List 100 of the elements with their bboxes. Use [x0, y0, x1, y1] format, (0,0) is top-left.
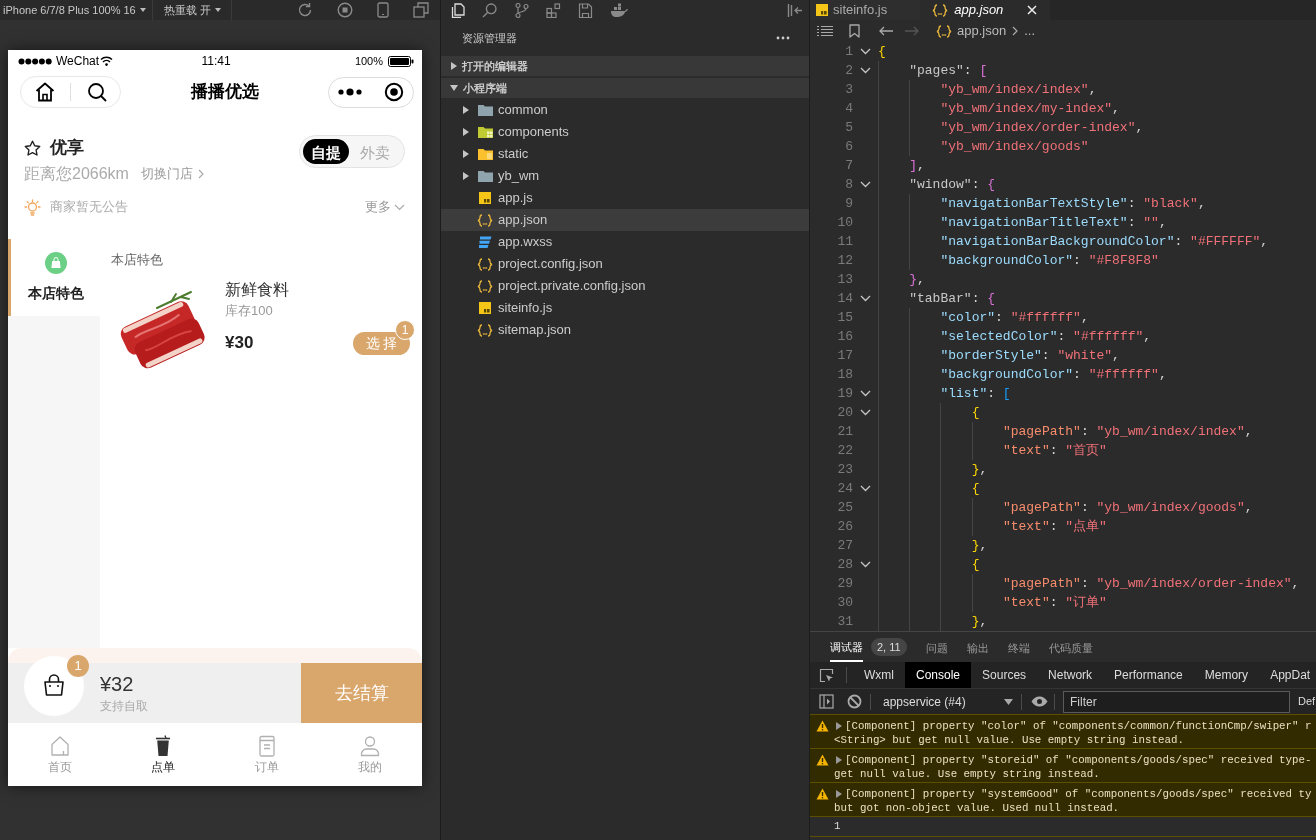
home-icon[interactable]: [34, 81, 56, 103]
panel-title: 资源管理器: [462, 30, 517, 46]
hot-reload-dropdown[interactable]: 热重载 开: [164, 1, 222, 19]
line-number: 8: [845, 176, 853, 194]
block-icon[interactable]: [847, 694, 862, 709]
code-line: "window": {: [878, 175, 996, 194]
line-number: 14: [837, 290, 853, 308]
devtools-tab[interactable]: Network: [1037, 662, 1104, 688]
devtools-tab[interactable]: AppDat: [1259, 662, 1311, 688]
code-line: {: [878, 403, 980, 422]
refresh-icon[interactable]: [297, 2, 313, 18]
devtools-tab[interactable]: Performance: [1103, 662, 1194, 688]
line-number: 7: [845, 157, 853, 175]
bookmark-icon[interactable]: [849, 24, 860, 38]
file-tree-item[interactable]: app.js: [441, 187, 809, 209]
mode-tab[interactable]: 自提: [303, 139, 349, 164]
fold-chevron-icon[interactable]: [860, 485, 871, 492]
warning-text: but got non-object value. Used null instead.: [834, 801, 1121, 815]
file-tree-item[interactable]: common: [441, 99, 809, 121]
code-line: },: [878, 536, 988, 555]
line-number: 24: [837, 480, 853, 498]
save-icon[interactable]: [578, 2, 593, 18]
phone-icon[interactable]: [377, 2, 389, 18]
stop-icon[interactable]: [337, 2, 353, 18]
product-price: ¥30: [225, 332, 254, 354]
editor-tab[interactable]: app.json: [920, 0, 1051, 20]
inspect-cursor-icon[interactable]: [819, 667, 834, 683]
devtools-tab[interactable]: Console: [905, 662, 972, 688]
notice-text: 商家暂无公告: [50, 198, 128, 217]
expand-caret-icon[interactable]: [836, 790, 842, 798]
cart-total: ¥32: [100, 672, 134, 696]
panel-tab[interactable]: 问题: [925, 632, 948, 662]
fold-chevron-icon[interactable]: [860, 295, 871, 302]
fold-chevron-icon[interactable]: [860, 390, 871, 397]
close-icon[interactable]: [1027, 5, 1038, 15]
panel-arrow-icon[interactable]: [787, 2, 802, 18]
warning-icon: [816, 754, 829, 766]
fold-chevron-icon[interactable]: [860, 409, 871, 416]
category-tab[interactable]: 本店特色: [8, 239, 100, 316]
sidebar-toggle-icon[interactable]: [819, 694, 834, 709]
filter-input[interactable]: Filter: [1063, 690, 1290, 713]
editor-tab[interactable]: siteinfo.js: [810, 0, 921, 20]
panel-tab[interactable]: 终端: [1007, 632, 1030, 662]
panel-tab[interactable]: 代码质量: [1048, 632, 1093, 662]
expand-caret-icon[interactable]: [836, 722, 842, 730]
context-dropdown[interactable]: appservice (#4): [883, 692, 1013, 711]
file-tree-item[interactable]: app.wxss: [441, 231, 809, 253]
js-file-icon: [816, 4, 828, 16]
code-line: },: [878, 270, 925, 289]
expand-caret-icon[interactable]: [836, 756, 842, 764]
back-arrow-icon[interactable]: [878, 26, 893, 36]
code-line: "yb_wm/index/order-index",: [878, 118, 1144, 137]
code-line: "pages": [: [878, 61, 988, 80]
branch-icon[interactable]: [514, 2, 529, 18]
devtools-tab[interactable]: Sources: [971, 662, 1038, 688]
level-dropdown[interactable]: Def: [1298, 693, 1316, 710]
device-dropdown[interactable]: iPhone 6/7/8 Plus 100% 16: [3, 1, 146, 19]
eye-icon[interactable]: [1031, 696, 1048, 707]
line-number: 29: [837, 575, 853, 593]
shopping-bag-icon: [41, 673, 67, 699]
file-tree-item[interactable]: project.private.config.json: [441, 275, 809, 297]
fold-chevron-icon[interactable]: [860, 181, 871, 188]
window-icon[interactable]: [413, 2, 429, 18]
more-icon[interactable]: [776, 36, 790, 40]
outline-list-icon[interactable]: [817, 25, 833, 37]
code-line: "color": "#ffffff",: [878, 308, 1089, 327]
line-number: 15: [837, 309, 853, 327]
product-name: 新鲜食料: [225, 280, 289, 300]
file-tree-item[interactable]: sitemap.json: [441, 319, 809, 341]
pickup-note: 支持自取: [100, 698, 148, 714]
panel-tab[interactable]: 输出: [966, 632, 989, 662]
file-tree-item[interactable]: siteinfo.js: [441, 297, 809, 319]
tab-bar-item[interactable]: 点单: [111, 723, 215, 786]
files-icon[interactable]: [450, 2, 465, 18]
devtools-tab[interactable]: Wxml: [853, 662, 905, 688]
fold-chevron-icon[interactable]: [860, 67, 871, 74]
line-number: 6: [845, 138, 853, 156]
fold-chevron-icon[interactable]: [860, 561, 871, 568]
bulb-icon: [24, 198, 41, 216]
store-distance: 距离您2066km: [24, 163, 129, 184]
code-line: "navigationBarBackgroundColor": "#FFFFFF",: [878, 232, 1269, 251]
file-tree-item[interactable]: static: [441, 143, 809, 165]
file-tree-item[interactable]: components: [441, 121, 809, 143]
file-tree-item[interactable]: project.config.json: [441, 253, 809, 275]
code-line: "yb_wm/index/goods": [878, 137, 1089, 156]
more-icon[interactable]: [338, 88, 362, 96]
section-header[interactable]: 小程序端: [441, 78, 809, 98]
line-number: 17: [837, 347, 853, 365]
search-icon[interactable]: [87, 82, 107, 102]
section-header[interactable]: 打开的编辑器: [441, 56, 809, 76]
breadcrumb-item[interactable]: ...: [1024, 21, 1035, 41]
file-tree-item[interactable]: yb_wm: [441, 165, 809, 187]
target-icon[interactable]: [384, 82, 404, 102]
whale-icon[interactable]: [610, 3, 629, 17]
file-tree-item[interactable]: app.json: [441, 209, 809, 231]
breadcrumb-item[interactable]: app.json: [936, 21, 1007, 41]
line-number: 19: [837, 385, 853, 403]
fold-chevron-icon[interactable]: [860, 48, 871, 55]
extensions-icon[interactable]: [546, 2, 561, 18]
devtools-tab[interactable]: Memory: [1193, 662, 1260, 688]
